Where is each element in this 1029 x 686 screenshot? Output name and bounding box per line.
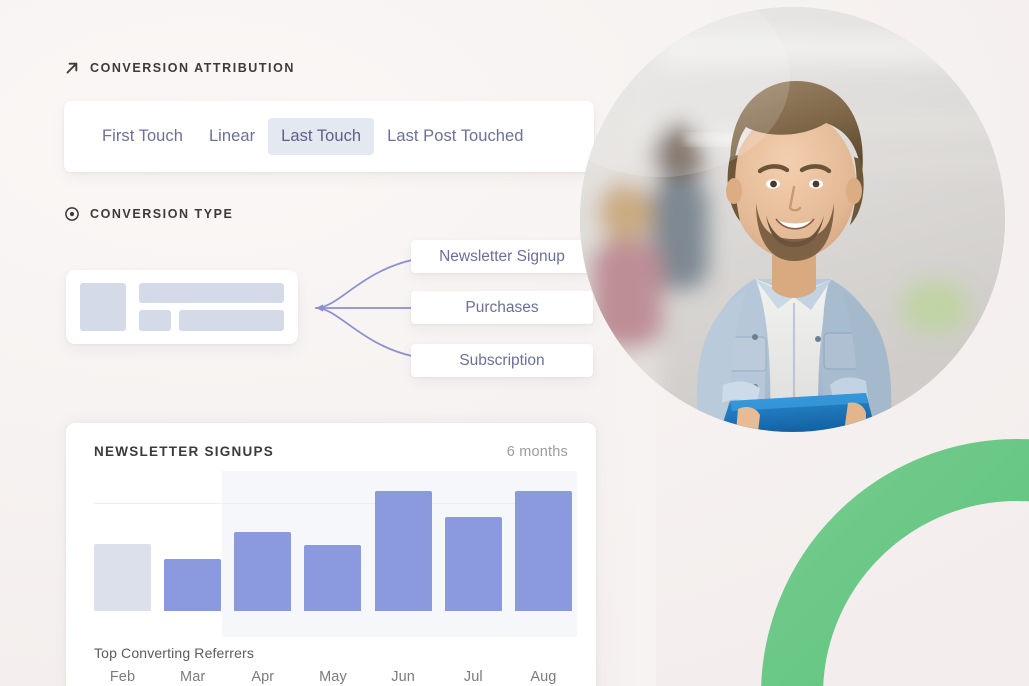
conversion-type-option-purchases[interactable]: Purchases [411,291,593,324]
conversion-type-title: CONVERSION TYPE [90,207,234,221]
chart-bar-column [374,479,432,611]
chart-bar-feb[interactable] [94,543,151,611]
chart-x-label-mar: Mar [180,669,206,685]
chart-bar-may[interactable] [304,545,362,611]
placeholder-line-row [139,310,284,331]
conversion-attribution-title: CONVERSION ATTRIBUTION [90,61,295,75]
chart-bar-jul[interactable] [444,517,502,611]
placeholder-line-1 [139,283,284,303]
arrow-up-right-icon [66,62,78,74]
newsletter-card-title: NEWSLETTER SIGNUPS [94,444,275,459]
person-portrait [580,7,1005,432]
chart-bar-mar[interactable] [164,559,222,611]
content-placeholder-card[interactable] [66,270,298,344]
conversion-attribution-header: CONVERSION ATTRIBUTION [64,60,295,76]
conversion-type-option-subscription[interactable]: Subscription [411,344,593,377]
top-converting-referrers-label: Top Converting Referrers [94,645,254,661]
chart-bar-column [164,479,222,611]
stage: CONVERSION ATTRIBUTION First Touch Linea… [0,0,1029,686]
chart-x-axis-labels: Feb Mar Apr May Jun Jul Aug [94,669,572,685]
branch-connector [315,259,413,357]
tab-last-touch[interactable]: Last Touch [268,118,375,155]
placeholder-line-2b [179,310,284,331]
newsletter-card-period[interactable]: 6 months [507,444,568,460]
placeholder-line-2a [139,310,171,331]
chart-x-label-jun: Jun [391,669,415,685]
chart-bar-column [514,479,572,611]
chart-x-label-apr: Apr [251,669,275,685]
newsletter-card-header: NEWSLETTER SIGNUPS 6 months [66,423,596,460]
chart-bar-column [94,479,151,611]
conversion-type-header: CONVERSION TYPE [64,206,233,222]
placeholder-thumbnail [80,283,126,331]
conversion-type-option-newsletter-signup[interactable]: Newsletter Signup [411,240,593,273]
bar-chart: Feb Mar Apr May Jun Jul Aug [66,471,596,685]
chart-bar-jun[interactable] [374,491,432,611]
chart-bar-apr[interactable] [234,531,292,611]
placeholder-lines [139,283,284,331]
chart-x-label-may: May [319,669,347,685]
chart-x-label-jul: Jul [463,669,483,685]
chart-bar-column [304,479,362,611]
chart-bar-column [234,479,292,611]
chart-bar-column [444,479,502,611]
tab-linear[interactable]: Linear [196,118,268,155]
tab-first-touch[interactable]: First Touch [89,118,196,155]
attribution-tab-bar: First Touch Linear Last Touch Last Post … [64,101,594,172]
chart-x-label-feb: Feb [109,669,136,685]
chart-bar-aug[interactable] [514,491,572,611]
target-dot-icon [65,207,79,221]
tab-last-post-touched[interactable]: Last Post Touched [374,118,536,155]
newsletter-signups-card: NEWSLETTER SIGNUPS 6 months Feb Mar Apr May… [66,423,596,686]
green-arc-decoration [761,439,1029,686]
chart-x-label-aug: Aug [530,669,557,685]
chart-bars [94,479,572,611]
